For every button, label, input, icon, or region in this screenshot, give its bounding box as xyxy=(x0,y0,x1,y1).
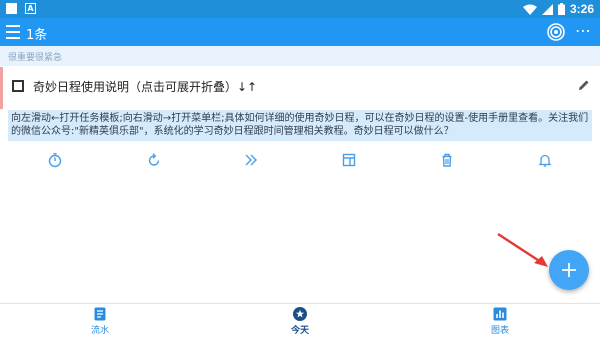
wifi-icon xyxy=(522,4,537,15)
refresh-icon[interactable] xyxy=(146,152,162,168)
nav-item-chart[interactable]: 图表 xyxy=(470,307,530,337)
trash-icon[interactable] xyxy=(439,152,455,168)
task-checkbox[interactable] xyxy=(12,80,24,92)
plus-icon xyxy=(562,263,576,277)
layout-icon[interactable] xyxy=(341,152,357,168)
nav-label-flow: 流水 xyxy=(90,326,109,336)
nav-item-today[interactable]: 今天 xyxy=(270,307,330,337)
task-actions xyxy=(0,152,600,170)
task-note: 向左滑动←打开任务模板;向右滑动→打开菜单栏;具体如何详细的使用奇妙日程，可以在… xyxy=(8,110,592,141)
priority-accent xyxy=(0,67,3,109)
task-item[interactable]: 奇妙日程使用说明（点击可展开折叠）↓↑ xyxy=(0,67,600,109)
document-icon xyxy=(94,307,106,321)
task-title[interactable]: 奇妙日程使用说明（点击可展开折叠）↓↑ xyxy=(33,78,257,95)
status-bar: A 3:26 xyxy=(0,0,600,18)
pencil-icon[interactable] xyxy=(578,79,590,91)
nav-label-chart: 图表 xyxy=(490,326,509,336)
square-notification-icon xyxy=(6,3,17,14)
star-icon xyxy=(293,307,307,321)
category-header: 很重要很紧急 xyxy=(0,46,600,66)
app-bar: 1条 ⋯ xyxy=(0,18,600,46)
signal-icon xyxy=(541,3,553,15)
app-bar-title: 1条 xyxy=(26,28,48,43)
hamburger-menu-icon[interactable] xyxy=(6,25,20,39)
add-task-button[interactable] xyxy=(549,250,589,290)
notification-letter-icon: A xyxy=(25,3,36,14)
nav-item-flow[interactable]: 流水 xyxy=(70,307,130,337)
battery-icon xyxy=(557,3,565,15)
category-label: 很重要很紧急 xyxy=(8,53,63,63)
more-options-icon[interactable]: ⋯ xyxy=(575,22,592,40)
clock: 3:26 xyxy=(569,2,594,16)
stopwatch-icon[interactable] xyxy=(47,152,63,168)
target-icon[interactable] xyxy=(546,22,566,42)
bar-chart-icon xyxy=(493,307,507,321)
bell-icon[interactable] xyxy=(537,152,553,168)
task-note-text: 向左滑动←打开任务模板;向右滑动→打开菜单栏;具体如何详细的使用奇妙日程，可以在… xyxy=(11,113,589,137)
double-chevron-right-icon[interactable] xyxy=(243,152,259,168)
bottom-navigation: 流水 今天 图表 xyxy=(0,303,600,338)
nav-label-today: 今天 xyxy=(290,326,309,336)
arrow-annotation-icon xyxy=(497,232,548,267)
